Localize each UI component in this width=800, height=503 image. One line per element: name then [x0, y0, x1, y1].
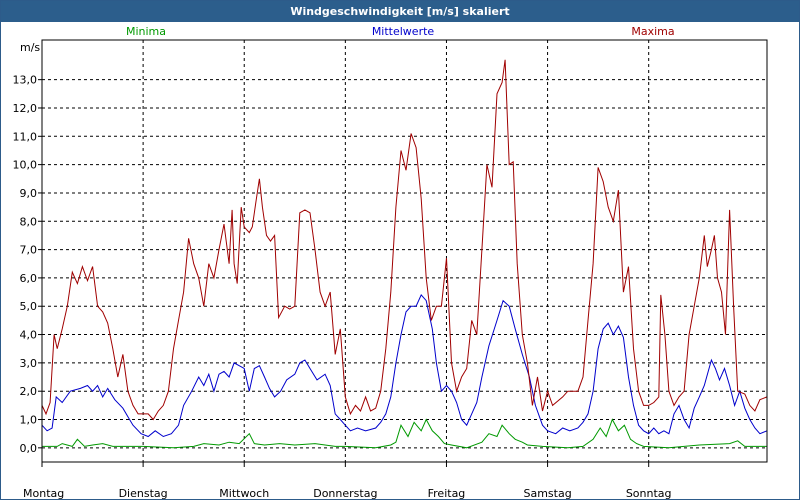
y-tick-label: 5,0 [20, 300, 38, 313]
y-tick-label: 2,0 [20, 385, 38, 398]
y-tick-label: 12,0 [13, 102, 38, 115]
legend-minima: Minima [126, 25, 166, 38]
y-tick-label: 8,0 [20, 215, 38, 228]
chart-area: m/s 0,0 1,0 2,0 3,0 4,0 5,0 6,0 7,0 8,0 9,0 10,0 11… [1, 22, 799, 500]
wind-speed-chart: m/s 0,0 1,0 2,0 3,0 4,0 5,0 6,0 7,0 8,0 9,0 10,0 11… [13, 25, 768, 500]
series-line-mittelwerte [41, 293, 768, 438]
x-tick-weekday: Donnerstag [313, 487, 377, 499]
x-tick-weekday: Dienstag [119, 487, 168, 499]
y-tick-label: 4,0 [20, 329, 38, 342]
y-tick-label: 6,0 [20, 272, 38, 285]
legend: Minima Mittelwerte Maxima [126, 25, 675, 38]
x-tick-weekday: Sonntag [626, 487, 672, 499]
plot-frame [41, 39, 768, 463]
x-tick-weekday: Freitag [428, 487, 466, 499]
y-axis-unit: m/s [20, 41, 40, 54]
x-tick-weekday: Mittwoch [219, 487, 269, 499]
legend-maxima: Maxima [631, 25, 674, 38]
y-tick-label: 10,0 [13, 159, 38, 172]
y-tick-label: 7,0 [20, 244, 38, 257]
y-tick-label: 13,0 [13, 74, 38, 87]
y-tick-label: 0,0 [20, 442, 38, 455]
y-tick-label: 11,0 [13, 130, 38, 143]
y-tick-label: 9,0 [20, 187, 38, 200]
x-tick-weekday: Montag [23, 487, 64, 499]
window-title: Windgeschwindigkeit [m/s] skaliert [1, 1, 799, 22]
y-tick-label: 1,0 [20, 414, 38, 427]
series-line-maxima [41, 59, 768, 421]
chart-window: Windgeschwindigkeit [m/s] skaliert m/s 0… [0, 0, 800, 500]
x-tick-weekday: Samstag [523, 487, 571, 499]
axes: m/s 0,0 1,0 2,0 3,0 4,0 5,0 6,0 7,0 8,0 9,0 10,0 11… [13, 39, 768, 500]
legend-mittelwerte: Mittelwerte [372, 25, 435, 38]
y-tick-label: 3,0 [20, 357, 38, 370]
series-layer [41, 59, 768, 449]
grid [42, 40, 767, 462]
